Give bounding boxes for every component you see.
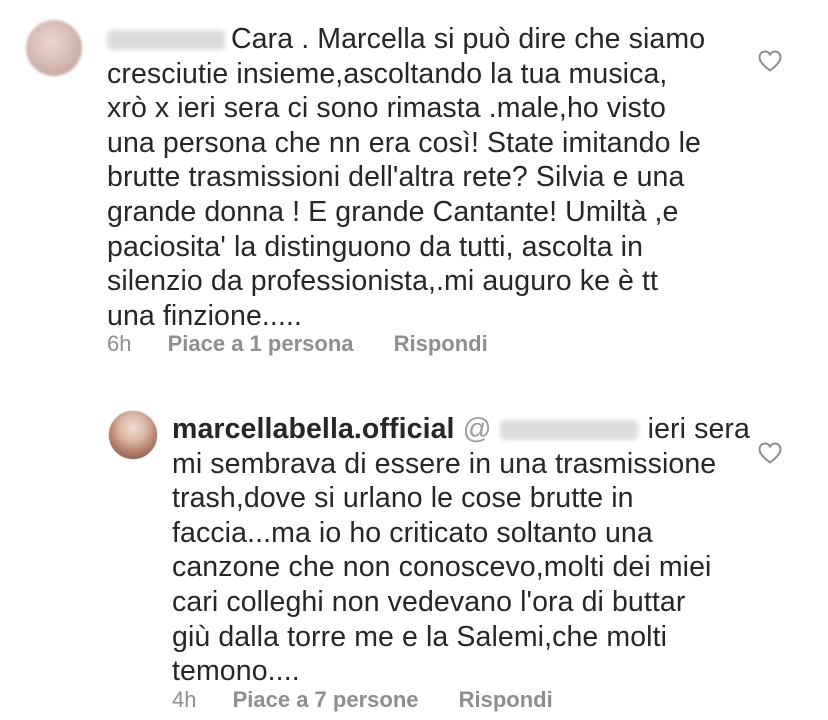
comment-line: faccia...ma io ho criticato soltanto una xyxy=(172,516,653,549)
username-link[interactable]: marcellabella.official xyxy=(172,413,455,445)
comment-line: una finzione..... xyxy=(107,299,302,332)
comment-line: temono.... xyxy=(172,655,300,688)
comment-text: Cara . Marcella si può dire che siamo xyxy=(231,23,706,55)
comment-text: ieri sera xyxy=(647,413,750,445)
comment-line: cresciutie insieme,ascoltando la tua mus… xyxy=(107,57,668,90)
likes-count-link[interactable]: Piace a 1 persona xyxy=(168,331,354,357)
comment-line: xrò x ieri sera ci sono rimasta .male,ho… xyxy=(107,92,666,125)
reply-button[interactable]: Rispondi xyxy=(459,687,553,713)
likes-count-link[interactable]: Piace a 7 persone xyxy=(233,687,419,713)
heart-outline-icon[interactable] xyxy=(758,442,782,464)
mention-prefix: @ xyxy=(462,413,492,445)
avatar[interactable] xyxy=(26,20,82,76)
comment-line: brutte trasmissioni dell'altra rete? Sil… xyxy=(107,161,685,194)
comment-body: Cara . Marcella si può dire che siamo cr… xyxy=(107,22,705,333)
heart-outline-icon[interactable] xyxy=(758,50,782,72)
comment-timestamp: 4h xyxy=(172,687,197,712)
comment-line: silenzio da professionista,.mi auguro ke… xyxy=(107,265,659,298)
comment-timestamp: 6h xyxy=(107,331,132,356)
avatar[interactable] xyxy=(108,410,158,460)
comment-line: Cara . Marcella si può dire che siamo xyxy=(107,22,705,57)
comment-line: mi sembrava di essere in una trasmission… xyxy=(172,447,717,480)
blurred-mention[interactable] xyxy=(499,420,638,441)
comment-line: marcellabella.official @ ieri sera xyxy=(172,412,750,447)
comment-line: canzone che non conoscevo,molti dei miei xyxy=(172,551,712,584)
comment-line: giù dalla torre me e la Salemi,che molti xyxy=(172,620,668,653)
comment-line: trash,dove si urlano le cose brutte in xyxy=(172,482,634,515)
reply-button[interactable]: Rispondi xyxy=(394,331,488,357)
comment-line: grande donna ! E grande Cantante! Umiltà… xyxy=(107,195,679,228)
comment-meta: 4h Piace a 7 persone Rispondi xyxy=(172,687,553,713)
comment-line: una persona che nn era così! State imita… xyxy=(107,126,701,159)
comment-line: cari colleghi non vedevano l'ora di butt… xyxy=(172,585,686,618)
comment-line: paciosita' la distinguono da tutti, asco… xyxy=(107,230,644,263)
comment-meta: 6h Piace a 1 persona Rispondi xyxy=(107,331,488,357)
comment-body: marcellabella.official @ ieri sera mi sem… xyxy=(172,412,750,689)
blurred-username[interactable] xyxy=(107,30,225,51)
